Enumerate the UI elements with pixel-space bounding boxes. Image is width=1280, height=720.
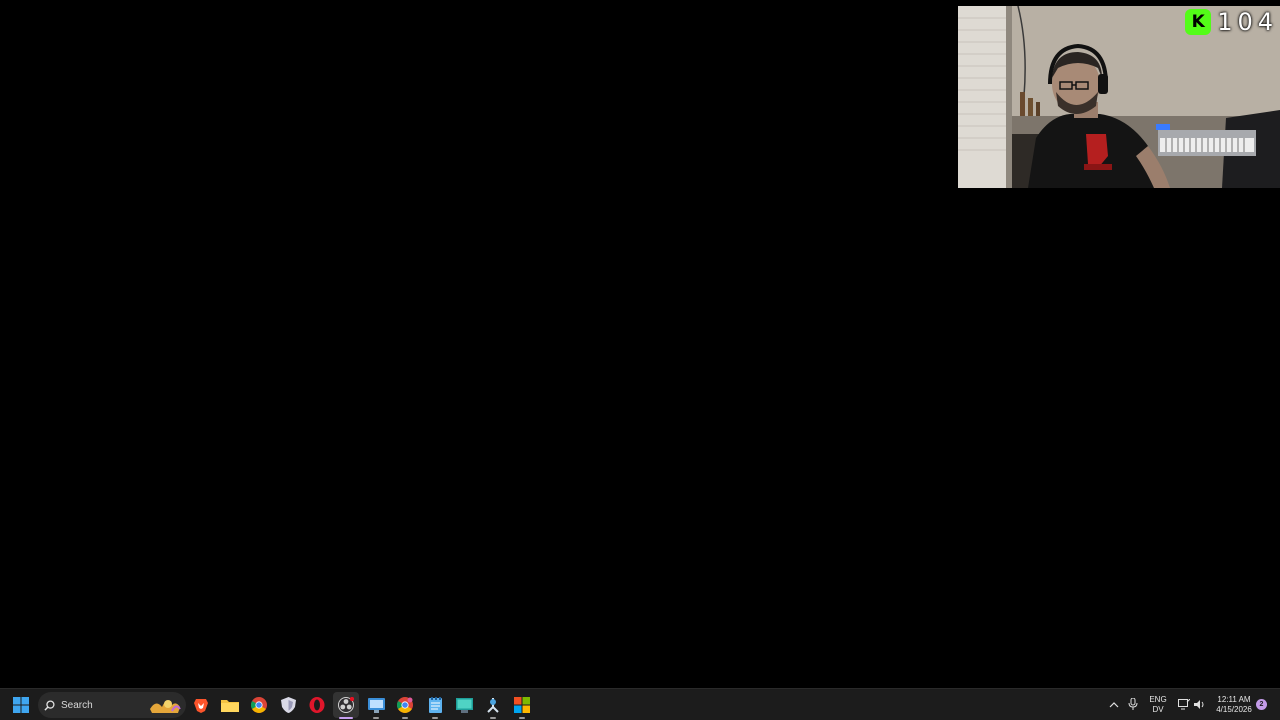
search-input[interactable]: Search: [38, 692, 186, 718]
steam-indicator: [490, 717, 496, 719]
shield-app-icon: [280, 697, 296, 713]
notification-count: 2: [1259, 701, 1264, 708]
language-indicator[interactable]: ENG DV: [1145, 695, 1171, 715]
network-icon: [1178, 698, 1191, 710]
store-app-button[interactable]: [509, 692, 535, 719]
microphone-icon: [1128, 697, 1138, 710]
store-app-indicator: [519, 717, 525, 719]
taskbar: Search ENG DV 12:11 AM 4/15/2026 2: [0, 688, 1280, 720]
monitor-app-icon: [367, 697, 385, 713]
clock-date: 4/15/2026: [1216, 705, 1252, 714]
opera-browser-icon: [309, 697, 325, 713]
kick-logo-letter: K: [1191, 12, 1205, 32]
monitor-app-button[interactable]: [363, 692, 389, 719]
chrome-browser-icon: [251, 697, 267, 713]
viewer-badge: K 104: [1185, 8, 1278, 36]
notepad-button[interactable]: [422, 692, 448, 719]
obs-active-indicator: [339, 717, 353, 719]
obs-studio-icon: [338, 697, 354, 713]
show-hidden-icons-button[interactable]: [1109, 697, 1119, 715]
store-app-icon: [514, 697, 530, 713]
steam-button[interactable]: [480, 692, 506, 719]
search-highlight-icon: [150, 700, 181, 713]
network-button[interactable]: [1178, 697, 1191, 715]
volume-button[interactable]: [1194, 697, 1206, 715]
kick-logo-icon: K: [1185, 9, 1212, 35]
viewer-count: 104: [1217, 8, 1278, 36]
monitor-app-indicator: [373, 717, 379, 719]
notepad-icon: [428, 697, 442, 713]
chevron-up-icon: [1109, 702, 1119, 708]
brave-browser-button[interactable]: [188, 692, 214, 718]
desktop-app-button[interactable]: [451, 692, 477, 718]
clock-time: 12:11 AM: [1217, 695, 1251, 704]
chrome-canary-button[interactable]: [392, 692, 418, 719]
file-explorer-button[interactable]: [217, 692, 243, 718]
search-icon: [44, 699, 55, 711]
shield-app-button[interactable]: [275, 692, 301, 718]
keyboard-layout: DV: [1152, 705, 1164, 714]
steam-icon: [487, 698, 499, 713]
webcam-overlay: K 104: [958, 6, 1280, 188]
desktop-app-icon: [455, 697, 473, 713]
language-code: ENG: [1149, 695, 1167, 704]
file-explorer-icon: [221, 700, 239, 712]
brave-browser-icon: [194, 699, 208, 713]
opera-browser-button[interactable]: [304, 692, 330, 718]
notepad-indicator: [432, 717, 438, 719]
chrome-canary-icon: [397, 697, 413, 713]
clock-button[interactable]: 12:11 AM 4/15/2026: [1210, 695, 1258, 715]
obs-studio-button[interactable]: [333, 692, 359, 719]
windows-logo-icon: [13, 697, 29, 713]
chrome-canary-indicator: [402, 717, 408, 719]
start-button[interactable]: [8, 692, 34, 718]
search-placeholder: Search: [61, 699, 93, 711]
microphone-button[interactable]: [1128, 697, 1138, 715]
chrome-browser-button[interactable]: [246, 692, 272, 718]
notification-badge[interactable]: 2: [1256, 699, 1267, 710]
speaker-icon: [1194, 700, 1204, 709]
